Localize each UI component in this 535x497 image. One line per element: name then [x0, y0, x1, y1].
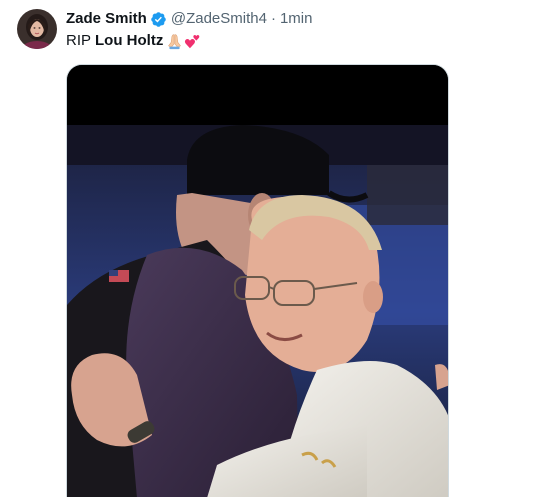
timestamp[interactable]: 1min [280, 9, 313, 29]
verified-badge-icon[interactable] [150, 11, 167, 28]
avatar[interactable] [17, 9, 57, 49]
tweet-text-name: Lou Holtz [95, 32, 164, 49]
tweet-header: Zade Smith @ZadeSmith4 · 1min [66, 9, 312, 29]
folded-hands-icon [166, 33, 183, 50]
separator-dot: · [270, 10, 276, 27]
tweet[interactable]: Zade Smith @ZadeSmith4 · 1min RIP Lou Ho… [0, 0, 535, 497]
two-hearts-icon [184, 33, 201, 50]
tweet-text: RIP Lou Holtz [66, 31, 201, 51]
tweet-text-prefix: RIP [66, 32, 92, 49]
tweet-photo[interactable] [66, 64, 449, 497]
display-name[interactable]: Zade Smith [66, 9, 147, 29]
user-handle[interactable]: @ZadeSmith4 [171, 9, 267, 29]
